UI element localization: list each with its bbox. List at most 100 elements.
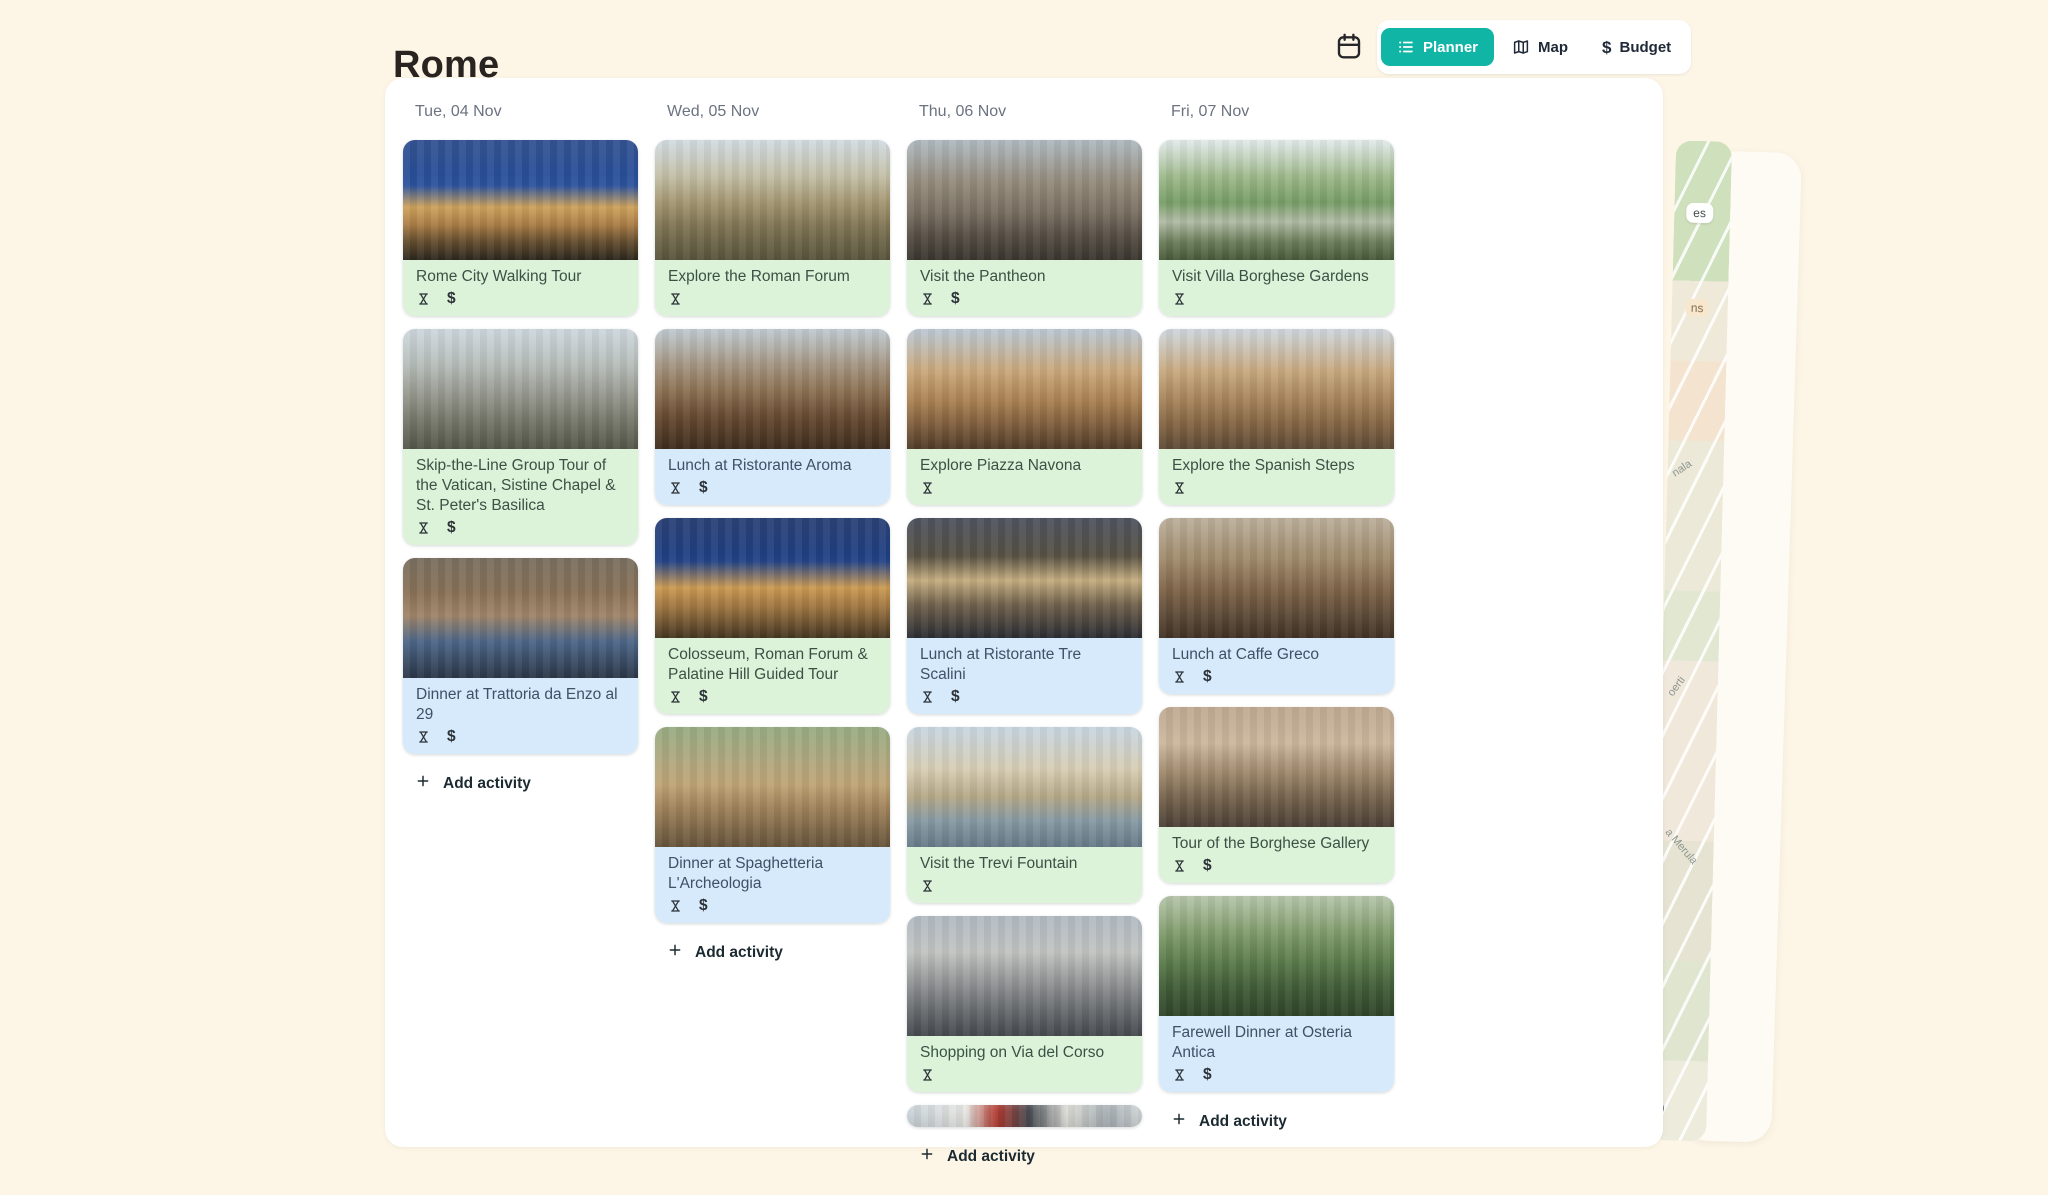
duration-icon <box>668 480 683 496</box>
column-date: Tue, 04 Nov <box>415 102 638 122</box>
add-activity-button[interactable]: Add activity <box>919 1146 1142 1167</box>
activity-photo <box>403 140 638 260</box>
activity-title: Tour of the Borghese Gallery <box>1172 834 1381 854</box>
activity-card[interactable]: Dinner at Trattoria da Enzo al 29 $ <box>403 558 638 754</box>
plus-icon <box>415 773 431 794</box>
activity-photo <box>907 140 1142 260</box>
duration-icon <box>416 291 431 307</box>
activity-card[interactable]: Lunch at Ristorante Aroma $ <box>655 329 890 505</box>
app-root: esnsnalaoertia Merula) Rome Planner Map … <box>0 0 2048 1195</box>
tab-label: Budget <box>1620 39 1672 56</box>
tab-budget[interactable]: $ Budget <box>1586 28 1687 66</box>
dollar-icon: $ <box>1602 39 1611 56</box>
column-date: Thu, 06 Nov <box>919 102 1142 122</box>
activity-card-partial[interactable] <box>907 1105 1142 1127</box>
card-meta: $ <box>668 688 877 705</box>
activity-card[interactable]: Lunch at Ristorante Tre Scalini $ <box>907 518 1142 714</box>
cost-icon: $ <box>699 480 708 496</box>
activity-photo <box>907 916 1142 1036</box>
add-activity-label: Add activity <box>947 1148 1035 1166</box>
activity-photo <box>1159 140 1394 260</box>
activity-card[interactable]: Explore Piazza Navona <box>907 329 1142 505</box>
duration-icon <box>920 480 935 496</box>
duration-icon <box>668 291 683 307</box>
tab-planner[interactable]: Planner <box>1381 28 1494 66</box>
cost-icon: $ <box>699 898 708 914</box>
activity-card[interactable]: Rome City Walking Tour $ <box>403 140 638 316</box>
activity-title: Lunch at Caffe Greco <box>1172 645 1381 665</box>
duration-icon <box>1172 669 1187 685</box>
card-meta <box>920 479 1129 496</box>
calendar-icon <box>1334 31 1364 64</box>
duration-icon <box>920 1067 935 1083</box>
duration-icon <box>1172 858 1187 874</box>
activity-title: Skip-the-Line Group Tour of the Vatican,… <box>416 456 625 516</box>
day-column: Fri, 07 Nov Visit Villa Borghese Gardens… <box>1159 102 1394 1167</box>
card-body: Dinner at Trattoria da Enzo al 29 $ <box>403 678 638 754</box>
activity-card[interactable]: Farewell Dinner at Osteria Antica $ <box>1159 896 1394 1092</box>
activity-photo <box>907 1105 1142 1127</box>
card-body: Explore the Roman Forum <box>655 260 890 316</box>
plus-icon <box>667 942 683 963</box>
card-body: Visit the Trevi Fountain <box>907 847 1142 903</box>
card-meta: $ <box>1172 668 1381 685</box>
card-body: Lunch at Ristorante Tre Scalini $ <box>907 638 1142 714</box>
column-date: Fri, 07 Nov <box>1171 102 1394 122</box>
card-meta: $ <box>416 290 625 307</box>
add-activity-button[interactable]: Add activity <box>1171 1111 1394 1132</box>
view-switcher: Planner Map $ Budget <box>1377 20 1691 74</box>
cost-icon: $ <box>1203 669 1212 685</box>
activity-title: Lunch at Ristorante Tre Scalini <box>920 645 1129 685</box>
card-list: Rome City Walking Tour $ Skip-the-Line G… <box>403 140 638 754</box>
activity-card[interactable]: Skip-the-Line Group Tour of the Vatican,… <box>403 329 638 545</box>
duration-icon <box>668 898 683 914</box>
calendar-button[interactable] <box>1330 28 1368 66</box>
activity-title: Explore the Spanish Steps <box>1172 456 1381 476</box>
tab-map[interactable]: Map <box>1496 28 1584 66</box>
duration-icon <box>1172 480 1187 496</box>
duration-icon <box>416 729 431 745</box>
activity-title: Visit the Pantheon <box>920 267 1129 287</box>
activity-photo <box>655 140 890 260</box>
add-activity-button[interactable]: Add activity <box>415 773 638 794</box>
card-meta <box>920 1066 1129 1083</box>
activity-card[interactable]: Visit the Trevi Fountain <box>907 727 1142 903</box>
card-meta: $ <box>416 519 625 536</box>
activity-title: Colosseum, Roman Forum & Palatine Hill G… <box>668 645 877 685</box>
card-body: Visit Villa Borghese Gardens <box>1159 260 1394 316</box>
card-meta <box>668 290 877 307</box>
card-body: Farewell Dinner at Osteria Antica $ <box>1159 1016 1394 1092</box>
card-meta: $ <box>416 728 625 745</box>
activity-photo <box>1159 518 1394 638</box>
add-activity-button[interactable]: Add activity <box>667 942 890 963</box>
card-meta: $ <box>668 479 877 496</box>
activity-card[interactable]: Visit Villa Borghese Gardens <box>1159 140 1394 316</box>
cost-icon: $ <box>951 291 960 307</box>
card-list: Visit the Pantheon $ Explore Piazza Navo… <box>907 140 1142 1127</box>
activity-title: Lunch at Ristorante Aroma <box>668 456 877 476</box>
activity-card[interactable]: Dinner at Spaghetteria L'Archeologia $ <box>655 727 890 923</box>
card-body: Dinner at Spaghetteria L'Archeologia $ <box>655 847 890 923</box>
card-list: Explore the Roman Forum Lunch at Ristora… <box>655 140 890 923</box>
activity-title: Shopping on Via del Corso <box>920 1043 1129 1063</box>
activity-card[interactable]: Colosseum, Roman Forum & Palatine Hill G… <box>655 518 890 714</box>
card-body: Skip-the-Line Group Tour of the Vatican,… <box>403 449 638 545</box>
activity-card[interactable]: Explore the Spanish Steps <box>1159 329 1394 505</box>
day-column: Tue, 04 Nov Rome City Walking Tour $ Ski… <box>403 102 638 1167</box>
duration-icon <box>416 520 431 536</box>
duration-icon <box>1172 291 1187 307</box>
cost-icon: $ <box>447 729 456 745</box>
activity-card[interactable]: Explore the Roman Forum <box>655 140 890 316</box>
activity-photo <box>655 727 890 847</box>
activity-card[interactable]: Visit the Pantheon $ <box>907 140 1142 316</box>
activity-card[interactable]: Lunch at Caffe Greco $ <box>1159 518 1394 694</box>
cost-icon: $ <box>447 520 456 536</box>
activity-title: Visit the Trevi Fountain <box>920 854 1129 874</box>
activity-card[interactable]: Tour of the Borghese Gallery $ <box>1159 707 1394 883</box>
map-fragment-label: oerti <box>1665 674 1687 698</box>
activity-title: Dinner at Spaghetteria L'Archeologia <box>668 854 877 894</box>
activity-card[interactable]: Shopping on Via del Corso <box>907 916 1142 1092</box>
activity-photo <box>655 329 890 449</box>
duration-icon <box>1172 1067 1187 1083</box>
map-fragment-label: es <box>1686 203 1713 224</box>
